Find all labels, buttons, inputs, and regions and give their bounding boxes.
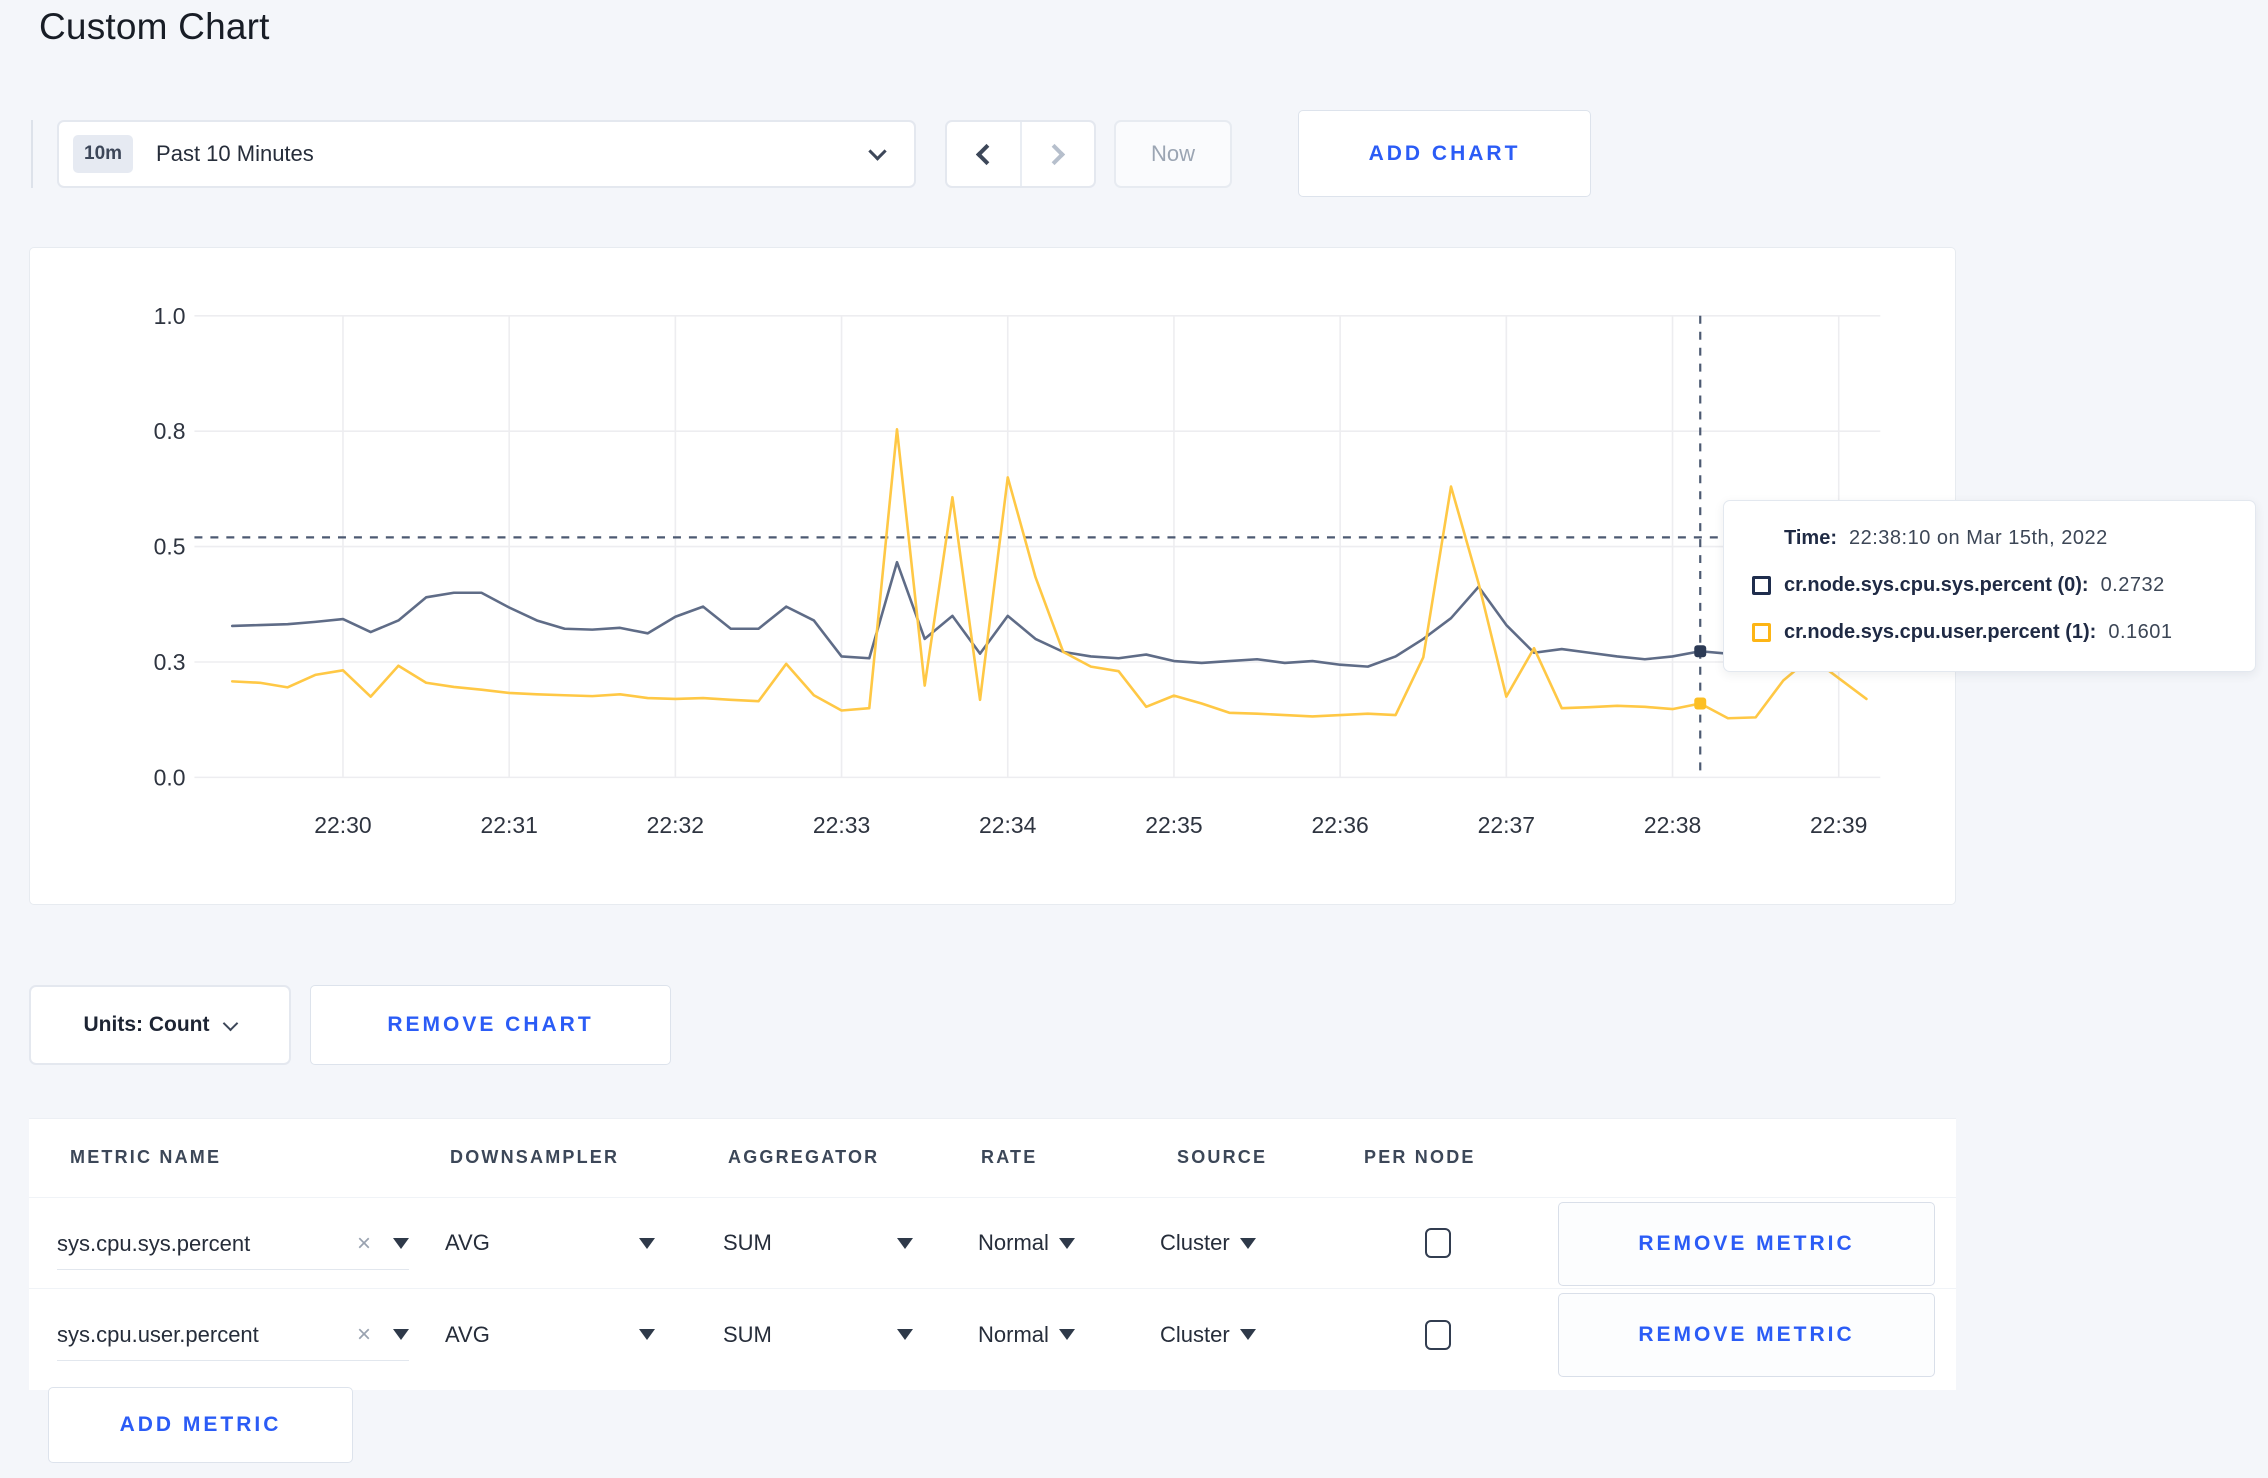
- tooltip-time-value: 22:38:10 on Mar 15th, 2022: [1848, 526, 2108, 549]
- svg-text:22:33: 22:33: [813, 812, 870, 838]
- time-window-nav: [945, 120, 1096, 188]
- metrics-table: METRIC NAME DOWNSAMPLER AGGREGATOR RATE …: [29, 1118, 1956, 1390]
- chart-svg: 0.0 0.3 0.5 0.8 1.0 22:30 22:31 22:32 22:33 22:34…: [154, 303, 1881, 838]
- dropdown-arrow-icon: [1058, 1237, 1075, 1249]
- svg-text:22:37: 22:37: [1478, 812, 1535, 838]
- next-time-button[interactable]: [1019, 122, 1095, 186]
- source-value: Cluster: [1160, 1321, 1230, 1347]
- tooltip-time-row: Time: 22:38:10 on Mar 15th, 2022: [1752, 523, 2235, 553]
- aggregator-select[interactable]: SUM: [723, 1198, 913, 1288]
- time-range-dropdown[interactable]: 10m Past 10 Minutes: [57, 120, 916, 188]
- downsampler-select[interactable]: AVG: [445, 1198, 655, 1288]
- chevron-right-icon: [1044, 143, 1066, 165]
- svg-text:22:32: 22:32: [647, 812, 704, 838]
- per-node-checkbox[interactable]: [1425, 1319, 1451, 1350]
- metric-name-value: sys.cpu.sys.percent: [57, 1230, 251, 1256]
- series-swatch-icon: [1752, 622, 1771, 642]
- remove-metric-button[interactable]: REMOVE METRIC: [1558, 1293, 1935, 1377]
- metric-name-value: sys.cpu.user.percent: [57, 1321, 259, 1347]
- svg-text:0.5: 0.5: [154, 534, 186, 560]
- time-range-label: Past 10 Minutes: [156, 141, 314, 166]
- time-range-badge: 10m: [73, 135, 134, 173]
- aggregator-value: SUM: [723, 1230, 772, 1255]
- clear-metric-icon[interactable]: ×: [357, 1321, 371, 1349]
- svg-text:0.0: 0.0: [154, 764, 186, 790]
- svg-text:0.3: 0.3: [154, 649, 186, 675]
- add-chart-button[interactable]: ADD CHART: [1298, 110, 1591, 197]
- tooltip-series-value: 0.1601: [2108, 620, 2173, 643]
- tooltip-series-row: cr.node.sys.cpu.user.percent (1): 0.1601: [1752, 617, 2235, 647]
- source-select[interactable]: Cluster: [1160, 1289, 1256, 1380]
- col-aggregator: AGGREGATOR: [728, 1147, 880, 1167]
- dropdown-arrow-icon: [1058, 1329, 1075, 1340]
- metric-row: sys.cpu.sys.percent × AVG SUM Normal Clu…: [29, 1198, 1956, 1289]
- prev-time-button[interactable]: [947, 122, 1020, 186]
- svg-text:22:31: 22:31: [480, 812, 537, 838]
- clear-metric-icon[interactable]: ×: [357, 1230, 371, 1258]
- remove-chart-button[interactable]: REMOVE CHART: [310, 985, 671, 1065]
- per-node-checkbox[interactable]: [1425, 1228, 1451, 1258]
- source-value: Cluster: [1160, 1230, 1230, 1255]
- col-metric-name: METRIC NAME: [70, 1147, 222, 1167]
- dropdown-arrow-icon: [393, 1329, 409, 1340]
- svg-text:22:35: 22:35: [1145, 812, 1202, 838]
- dropdown-arrow-icon: [393, 1238, 409, 1249]
- dropdown-arrow-icon: [1239, 1329, 1256, 1340]
- col-rate: RATE: [981, 1147, 1038, 1167]
- aggregator-select[interactable]: SUM: [723, 1289, 913, 1380]
- chart-panel[interactable]: 0.0 0.3 0.5 0.8 1.0 22:30 22:31 22:32 22:33 22:34…: [29, 247, 1956, 905]
- downsampler-select[interactable]: AVG: [445, 1289, 655, 1380]
- downsampler-value: AVG: [445, 1321, 490, 1347]
- aggregator-value: SUM: [723, 1321, 772, 1347]
- units-dropdown[interactable]: Units: Count: [29, 985, 291, 1065]
- remove-metric-button[interactable]: REMOVE METRIC: [1558, 1202, 1935, 1286]
- svg-text:22:34: 22:34: [979, 812, 1037, 838]
- col-per-node: PER NODE: [1364, 1147, 1476, 1167]
- rate-value: Normal: [978, 1230, 1049, 1255]
- chart-tooltip: Time: 22:38:10 on Mar 15th, 2022 cr.node…: [1723, 500, 2256, 672]
- downsampler-value: AVG: [445, 1230, 490, 1255]
- metric-name-select[interactable]: sys.cpu.user.percent ×: [57, 1309, 409, 1361]
- svg-text:22:30: 22:30: [314, 812, 371, 838]
- svg-text:22:38: 22:38: [1644, 812, 1701, 838]
- rate-select[interactable]: Normal: [978, 1289, 1075, 1380]
- chevron-down-icon: [868, 142, 887, 161]
- svg-text:0.8: 0.8: [154, 418, 186, 444]
- col-source: SOURCE: [1177, 1147, 1268, 1167]
- series-swatch-icon: [1752, 575, 1771, 595]
- rate-value: Normal: [978, 1321, 1049, 1347]
- dropdown-arrow-icon: [897, 1329, 913, 1340]
- svg-text:22:36: 22:36: [1311, 812, 1368, 838]
- svg-text:1.0: 1.0: [154, 303, 186, 329]
- per-node-cell: [1425, 1289, 1451, 1380]
- dropdown-arrow-icon: [897, 1237, 913, 1249]
- dropdown-arrow-icon: [1239, 1237, 1256, 1249]
- svg-text:22:39: 22:39: [1810, 812, 1867, 838]
- metric-row: sys.cpu.user.percent × AVG SUM Normal Cl…: [29, 1289, 1956, 1380]
- tooltip-time-label: Time:: [1784, 526, 1837, 549]
- tooltip-series-label: cr.node.sys.cpu.user.percent (1):: [1784, 620, 2097, 643]
- dropdown-arrow-icon: [639, 1237, 655, 1249]
- toolbar-divider: [31, 120, 33, 188]
- metrics-table-header: METRIC NAME DOWNSAMPLER AGGREGATOR RATE …: [29, 1119, 1956, 1198]
- col-downsampler: DOWNSAMPLER: [450, 1147, 620, 1167]
- metric-name-select[interactable]: sys.cpu.sys.percent ×: [57, 1218, 409, 1270]
- page-title: Custom Chart: [39, 6, 270, 47]
- now-button[interactable]: Now: [1114, 120, 1232, 188]
- dropdown-arrow-icon: [639, 1329, 655, 1340]
- tooltip-series-value: 0.2732: [2100, 573, 2165, 596]
- per-node-cell: [1425, 1198, 1451, 1288]
- add-metric-button[interactable]: ADD METRIC: [48, 1387, 353, 1463]
- tooltip-series-row: cr.node.sys.cpu.sys.percent (0): 0.2732: [1752, 570, 2235, 600]
- rate-select[interactable]: Normal: [978, 1198, 1075, 1288]
- chevron-left-icon: [975, 143, 997, 165]
- chevron-down-icon: [223, 1015, 239, 1031]
- tooltip-series-label: cr.node.sys.cpu.sys.percent (0):: [1784, 573, 2089, 596]
- units-label: Units: Count: [83, 1013, 210, 1036]
- source-select[interactable]: Cluster: [1160, 1198, 1256, 1288]
